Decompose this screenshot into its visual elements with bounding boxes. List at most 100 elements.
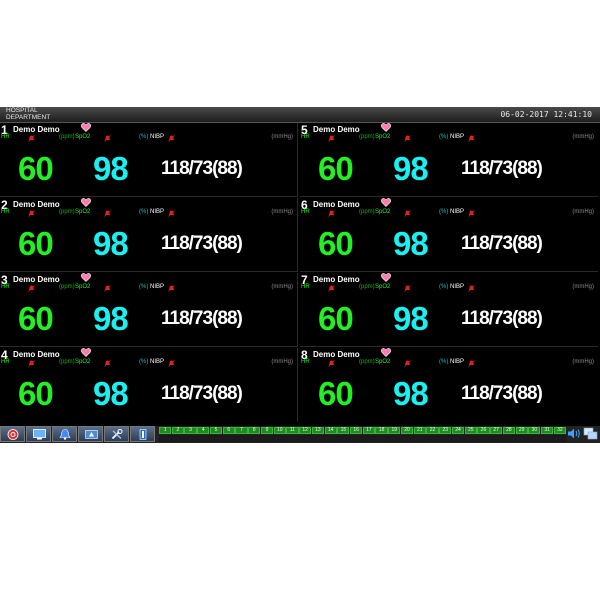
hr-unit: (ppm) — [59, 284, 75, 290]
alarm-settings-button[interactable] — [52, 426, 77, 442]
central-monitor-screen: HOSPITAL DEPARTMENT 06-02-2017 12:41:10 … — [0, 107, 600, 443]
bed-button-30[interactable]: 30 — [528, 427, 541, 434]
department-label: HOSPITAL DEPARTMENT — [6, 107, 50, 121]
record-icon — [139, 429, 147, 440]
bed-button-13[interactable]: 13 — [311, 427, 324, 434]
tools-button[interactable] — [104, 426, 129, 442]
bed-button-26[interactable]: 26 — [477, 427, 490, 434]
bed-button-4[interactable]: 4 — [197, 427, 210, 434]
bed-button-25[interactable]: 25 — [464, 427, 477, 434]
spo2-label: SpO2 — [375, 359, 391, 365]
network-status-icon[interactable] — [583, 427, 598, 440]
network-button[interactable] — [78, 426, 103, 442]
bed-button-3[interactable]: 3 — [184, 427, 197, 434]
bed-button-16[interactable]: 16 — [350, 427, 363, 434]
bed-button-11[interactable]: 11 — [286, 427, 299, 434]
bed-button-29[interactable]: 29 — [515, 427, 528, 434]
hr-unit: (ppm) — [59, 359, 75, 365]
department-name: DEPARTMENT — [6, 114, 51, 121]
nibp-unit: (mmHg) — [271, 284, 293, 290]
patient-heart-icon — [381, 273, 391, 282]
patient-name[interactable]: Demo Demo — [313, 200, 360, 209]
bed-button-5[interactable]: 5 — [209, 427, 223, 434]
alarm-off-icon — [28, 210, 35, 217]
bed-button-31[interactable]: 31 — [541, 427, 554, 434]
alarm-off-icon — [168, 210, 175, 217]
speaker-icon[interactable] — [567, 427, 581, 440]
bed-button-28[interactable]: 28 — [502, 427, 516, 434]
spo2-unit: (%) — [439, 134, 449, 140]
bed-button-14[interactable]: 14 — [324, 427, 337, 434]
bed-button-24[interactable]: 24 — [451, 427, 465, 434]
patient-name[interactable]: Demo Demo — [313, 275, 360, 284]
alarm-off-icon — [168, 285, 175, 292]
hr-label: HR — [301, 284, 310, 290]
patient-heart-icon — [381, 123, 391, 132]
spo2-label: SpO2 — [75, 134, 91, 140]
bed-button-23[interactable]: 23 — [439, 427, 452, 434]
nibp-value: 118/73(88) — [161, 158, 243, 179]
patient-tile-7[interactable]: 7 Demo Demo HR (ppm) SpO2 (%) NIBP (mmHg) 60 98 11… — [300, 273, 598, 347]
spo2-unit: (%) — [439, 359, 449, 365]
bed-button-27[interactable]: 27 — [490, 427, 503, 434]
nibp-value: 118/73(88) — [461, 233, 543, 254]
hr-unit: (ppm) — [59, 209, 75, 215]
hr-value: 60 — [18, 225, 54, 262]
patient-tile-6[interactable]: 6 Demo Demo HR (ppm) SpO2 (%) NIBP (mmHg) 60 98 11… — [300, 198, 598, 272]
patient-name[interactable]: Demo Demo — [13, 275, 60, 284]
record-button[interactable] — [130, 426, 155, 442]
patient-name[interactable]: Demo Demo — [13, 125, 60, 134]
bed-button-18[interactable]: 18 — [375, 427, 388, 434]
nibp-unit: (mmHg) — [271, 209, 293, 215]
bed-button-15[interactable]: 15 — [337, 427, 350, 434]
patient-name[interactable]: Demo Demo — [13, 350, 60, 359]
spo2-value: 98 — [393, 225, 429, 262]
spo2-value: 98 — [93, 300, 129, 337]
patient-tile-4[interactable]: 4 Demo Demo HR (ppm) SpO2 (%) NIBP (mmHg) 60 98 11… — [0, 348, 298, 422]
patient-tile-1[interactable]: 1 Demo Demo HR (ppm) SpO2 (%) NIBP (mmHg) 60 98 11… — [0, 123, 298, 197]
bed-button-20[interactable]: 20 — [400, 427, 414, 434]
nibp-label: NIBP — [150, 359, 165, 365]
hr-value: 60 — [18, 300, 54, 337]
bed-button-10[interactable]: 10 — [273, 427, 286, 434]
patient-heart-icon — [81, 198, 91, 207]
bed-button-21[interactable]: 21 — [413, 427, 426, 434]
patient-heart-icon — [81, 273, 91, 282]
hr-unit: (ppm) — [359, 359, 375, 365]
patient-tile-5[interactable]: 5 Demo Demo HR (ppm) SpO2 (%) NIBP (mmHg) 60 98 11… — [300, 123, 598, 197]
hr-value: 60 — [18, 150, 54, 187]
bed-button-32[interactable]: 32 — [553, 427, 566, 434]
bed-button-8[interactable]: 8 — [248, 427, 261, 434]
patient-tile-2[interactable]: 2 Demo Demo HR (ppm) SpO2 (%) NIBP (mmHg) 60 98 11… — [0, 198, 298, 272]
monitor-view-button[interactable] — [26, 426, 51, 442]
hr-unit: (ppm) — [359, 134, 375, 140]
alarm-off-icon — [404, 285, 411, 292]
hr-label: HR — [301, 359, 310, 365]
alarm-off-icon — [104, 210, 111, 217]
nibp-value: 118/73(88) — [161, 383, 243, 404]
spo2-label: SpO2 — [75, 284, 91, 290]
hr-value: 60 — [318, 150, 354, 187]
bed-button-6[interactable]: 6 — [222, 427, 235, 434]
hr-value: 60 — [318, 225, 354, 262]
patient-tile-3[interactable]: 3 Demo Demo HR (ppm) SpO2 (%) NIBP (mmHg) 60 98 11… — [0, 273, 298, 347]
patient-name[interactable]: Demo Demo — [13, 200, 60, 209]
patient-name[interactable]: Demo Demo — [313, 350, 360, 359]
bed-button-22[interactable]: 22 — [426, 427, 439, 434]
alarm-reset-button[interactable] — [0, 426, 25, 442]
bed-button-2[interactable]: 2 — [171, 427, 184, 434]
alarm-off-icon — [104, 360, 111, 367]
bed-button-9[interactable]: 9 — [260, 427, 274, 434]
patient-grid: 1 Demo Demo HR (ppm) SpO2 (%) NIBP (mmHg) 60 98 11… — [0, 123, 600, 426]
bed-button-7[interactable]: 7 — [235, 427, 248, 434]
hr-unit: (ppm) — [359, 284, 375, 290]
bed-button-17[interactable]: 17 — [362, 427, 375, 434]
hr-label: HR — [301, 134, 310, 140]
patient-name[interactable]: Demo Demo — [313, 125, 360, 134]
bed-button-1[interactable]: 1 — [159, 427, 172, 434]
bed-button-19[interactable]: 19 — [388, 427, 401, 434]
spo2-unit: (%) — [139, 209, 149, 215]
bed-button-12[interactable]: 12 — [299, 427, 312, 434]
patient-tile-8[interactable]: 8 Demo Demo HR (ppm) SpO2 (%) NIBP (mmHg) 60 98 11… — [300, 348, 598, 422]
alarm-off-icon — [328, 135, 335, 142]
